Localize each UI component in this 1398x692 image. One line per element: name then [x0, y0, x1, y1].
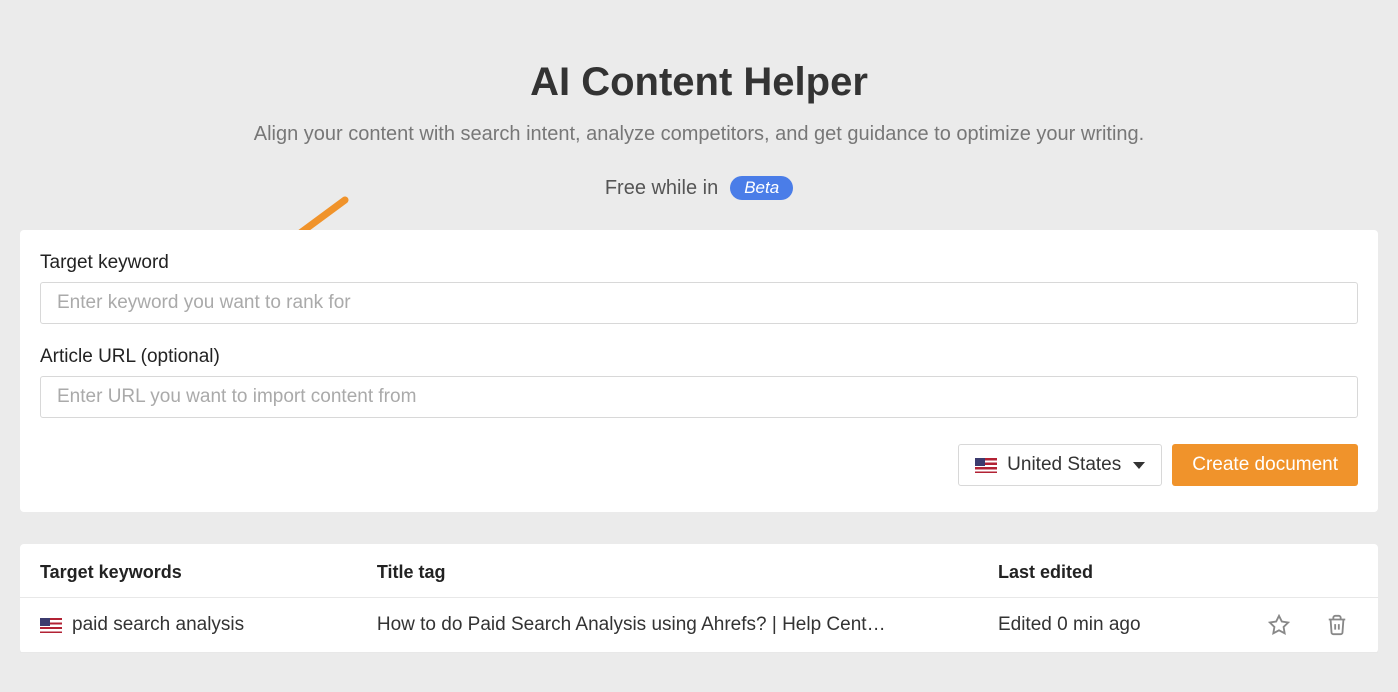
us-flag-icon: [40, 618, 62, 633]
page-subtitle: Align your content with search intent, a…: [20, 123, 1378, 146]
th-title-tag: Title tag: [357, 544, 978, 598]
keyword-text: paid search analysis: [72, 614, 244, 636]
th-target-keywords: Target keywords: [20, 544, 357, 598]
chevron-down-icon: [1133, 462, 1145, 469]
th-last-edited: Last edited: [978, 544, 1241, 598]
create-document-button[interactable]: Create document: [1172, 444, 1358, 486]
last-edited-text: Edited 0 min ago: [978, 598, 1241, 653]
delete-button[interactable]: [1326, 614, 1348, 636]
table-row[interactable]: paid search analysis How to do Paid Sear…: [20, 598, 1378, 653]
article-url-input[interactable]: [40, 376, 1358, 418]
page-header: AI Content Helper Align your content wit…: [0, 0, 1398, 230]
star-button[interactable]: [1268, 614, 1290, 636]
beta-badge: Beta: [730, 176, 793, 200]
create-document-form: Target keyword Article URL (optional) Un…: [20, 230, 1378, 512]
beta-prefix-text: Free while in: [605, 177, 718, 200]
title-tag-text: How to do Paid Search Analysis using Ahr…: [377, 614, 937, 636]
star-icon: [1268, 614, 1290, 636]
country-label: United States: [1007, 454, 1121, 476]
documents-table-card: Target keywords Title tag Last edited pa…: [20, 544, 1378, 653]
article-url-label: Article URL (optional): [40, 346, 1358, 368]
us-flag-icon: [975, 458, 997, 473]
country-selector[interactable]: United States: [958, 444, 1162, 486]
trash-icon: [1326, 614, 1348, 636]
page-title: AI Content Helper: [20, 60, 1378, 105]
target-keyword-label: Target keyword: [40, 252, 1358, 274]
th-actions: [1241, 544, 1378, 598]
beta-row: Free while in Beta: [20, 176, 1378, 200]
target-keyword-input[interactable]: [40, 282, 1358, 324]
documents-table: Target keywords Title tag Last edited pa…: [20, 544, 1378, 653]
